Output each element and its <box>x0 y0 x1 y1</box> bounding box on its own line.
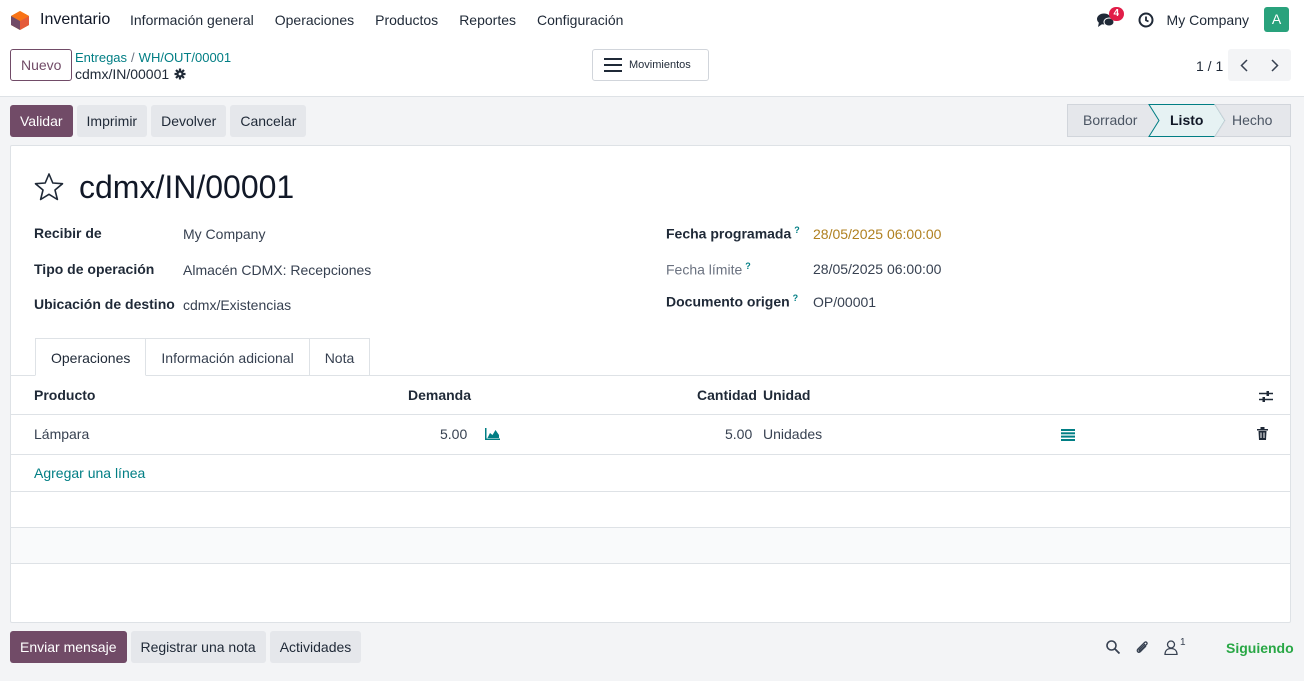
log-note-button[interactable]: Registrar una nota <box>130 631 266 663</box>
status-bar: Borrador Listo Hecho <box>1067 104 1291 137</box>
details-list-icon[interactable] <box>1061 429 1075 441</box>
field-tipo-operacion[interactable]: Almacén CDMX: Recepciones <box>183 262 371 278</box>
field-ubicacion-destino[interactable]: cdmx/Existencias <box>183 297 291 313</box>
pager-value[interactable]: 1 / 1 <box>1196 58 1223 74</box>
menu-reportes[interactable]: Reportes <box>459 12 516 28</box>
chatter-tools: 1 <box>1106 636 1186 655</box>
state-ready: Listo <box>1170 112 1203 128</box>
following-button[interactable]: Siguiendo <box>1226 640 1294 656</box>
help-icon[interactable]: ? <box>794 225 800 235</box>
field-fecha-limite[interactable]: 28/05/2025 06:00:00 <box>813 261 941 277</box>
top-navbar: Inventario Información general Operacion… <box>0 0 1304 40</box>
send-message-button[interactable]: Enviar mensaje <box>10 631 127 663</box>
state-done: Hecho <box>1232 112 1273 128</box>
cancel-button[interactable]: Cancelar <box>230 105 307 137</box>
header-cantidad[interactable]: Cantidad <box>697 387 757 403</box>
tab-informacion-adicional[interactable]: Información adicional <box>146 338 310 376</box>
hamburger-icon <box>604 58 622 72</box>
user-avatar[interactable]: A <box>1264 7 1289 32</box>
state-draft: Borrador <box>1083 112 1138 128</box>
header-demanda[interactable]: Demanda <box>408 387 471 403</box>
breadcrumb-separator: / <box>131 50 135 65</box>
inventory-app-icon[interactable] <box>11 11 29 30</box>
label-recibir-de: Recibir de <box>34 225 102 241</box>
new-button[interactable]: Nuevo <box>10 49 73 81</box>
form-sheet: cdmx/IN/00001 Recibir de My Company Tipo… <box>10 145 1291 623</box>
messages-badge: 4 <box>1108 6 1125 21</box>
label-tipo-operacion: Tipo de operación <box>34 261 155 277</box>
movements-button[interactable]: Movimientos <box>592 49 709 81</box>
chatter-buttons: Enviar mensaje Registrar una nota Activi… <box>10 631 362 663</box>
add-line-link[interactable]: Agregar una línea <box>34 465 145 481</box>
pager-next-button[interactable] <box>1259 49 1290 81</box>
label-documento-origen: Documento origen? <box>666 293 799 310</box>
empty-row <box>11 528 1290 564</box>
table-header: Producto Demanda Cantidad Unidad <box>11 376 1290 415</box>
return-button[interactable]: Devolver <box>151 105 227 137</box>
field-documento-origen[interactable]: OP/00001 <box>813 294 876 310</box>
field-recibir-de[interactable]: My Company <box>183 226 265 242</box>
help-icon[interactable]: ? <box>745 261 751 271</box>
header-producto[interactable]: Producto <box>34 387 95 403</box>
cell-quantity[interactable]: 5.00 <box>725 426 752 442</box>
action-buttons: Validar Imprimir Devolver Cancelar <box>10 105 307 137</box>
header-unidad[interactable]: Unidad <box>763 387 810 403</box>
chevron-left-icon <box>1239 58 1248 72</box>
menu-configuracion[interactable]: Configuración <box>537 12 623 28</box>
field-fecha-programada[interactable]: 28/05/2025 06:00:00 <box>813 226 941 242</box>
label-ubicacion-destino: Ubicación de destino <box>34 296 175 312</box>
breadcrumb-wh-out[interactable]: WH/OUT/00001 <box>139 50 231 65</box>
label-fecha-limite: Fecha límite? <box>666 261 751 278</box>
messages-button[interactable]: 4 <box>1096 6 1125 29</box>
empty-row <box>11 492 1290 528</box>
print-button[interactable]: Imprimir <box>76 105 148 137</box>
star-icon[interactable] <box>33 171 65 203</box>
menu-operaciones[interactable]: Operaciones <box>275 12 354 28</box>
add-line-row: Agregar una línea <box>11 455 1290 492</box>
user-icon <box>1164 639 1178 655</box>
breadcrumb: Entregas / WH/OUT/00001 <box>75 50 231 65</box>
record-name-label: cdmx/IN/00001 <box>75 66 170 82</box>
pager-previous-button[interactable] <box>1228 49 1259 81</box>
activities-button[interactable]: Actividades <box>269 631 362 663</box>
search-icon[interactable] <box>1106 640 1120 654</box>
tab-nota[interactable]: Nota <box>309 338 371 376</box>
cell-demand[interactable]: 5.00 <box>440 426 467 442</box>
followers-button[interactable]: 1 <box>1164 636 1186 655</box>
record-title: cdmx/IN/00001 <box>79 169 295 205</box>
help-icon[interactable]: ? <box>793 293 799 303</box>
menu-productos[interactable]: Productos <box>375 12 438 28</box>
movements-label: Movimientos <box>629 59 691 71</box>
trash-icon[interactable] <box>1257 427 1268 440</box>
chevron-right-icon <box>1270 58 1279 72</box>
gear-icon[interactable] <box>174 68 186 80</box>
paperclip-icon[interactable] <box>1134 639 1150 655</box>
clock-icon[interactable] <box>1138 12 1154 28</box>
followers-count: 1 <box>1180 636 1186 648</box>
current-record-name: cdmx/IN/00001 <box>75 66 186 82</box>
notebook-tabs: Operaciones Información adicional Nota <box>35 338 371 376</box>
cell-product[interactable]: Lámpara <box>34 426 89 442</box>
control-panel: Nuevo Entregas / WH/OUT/00001 cdmx/IN/0000… <box>0 40 1304 97</box>
cell-unit[interactable]: Unidades <box>763 426 822 442</box>
validate-button[interactable]: Validar <box>10 105 73 137</box>
tab-operaciones[interactable]: Operaciones <box>35 338 147 376</box>
breadcrumb-entregas[interactable]: Entregas <box>75 50 127 65</box>
company-switcher[interactable]: My Company <box>1167 12 1249 28</box>
column-settings-icon[interactable] <box>1259 390 1273 403</box>
app-name[interactable]: Inventario <box>40 11 110 29</box>
table-row[interactable]: Lámpara 5.00 5.00 Unidades <box>11 415 1290 455</box>
forecast-chart-icon[interactable] <box>485 428 500 440</box>
label-fecha-programada: Fecha programada? <box>666 225 800 242</box>
menu-informacion-general[interactable]: Información general <box>130 12 254 28</box>
pager-buttons <box>1228 49 1291 81</box>
